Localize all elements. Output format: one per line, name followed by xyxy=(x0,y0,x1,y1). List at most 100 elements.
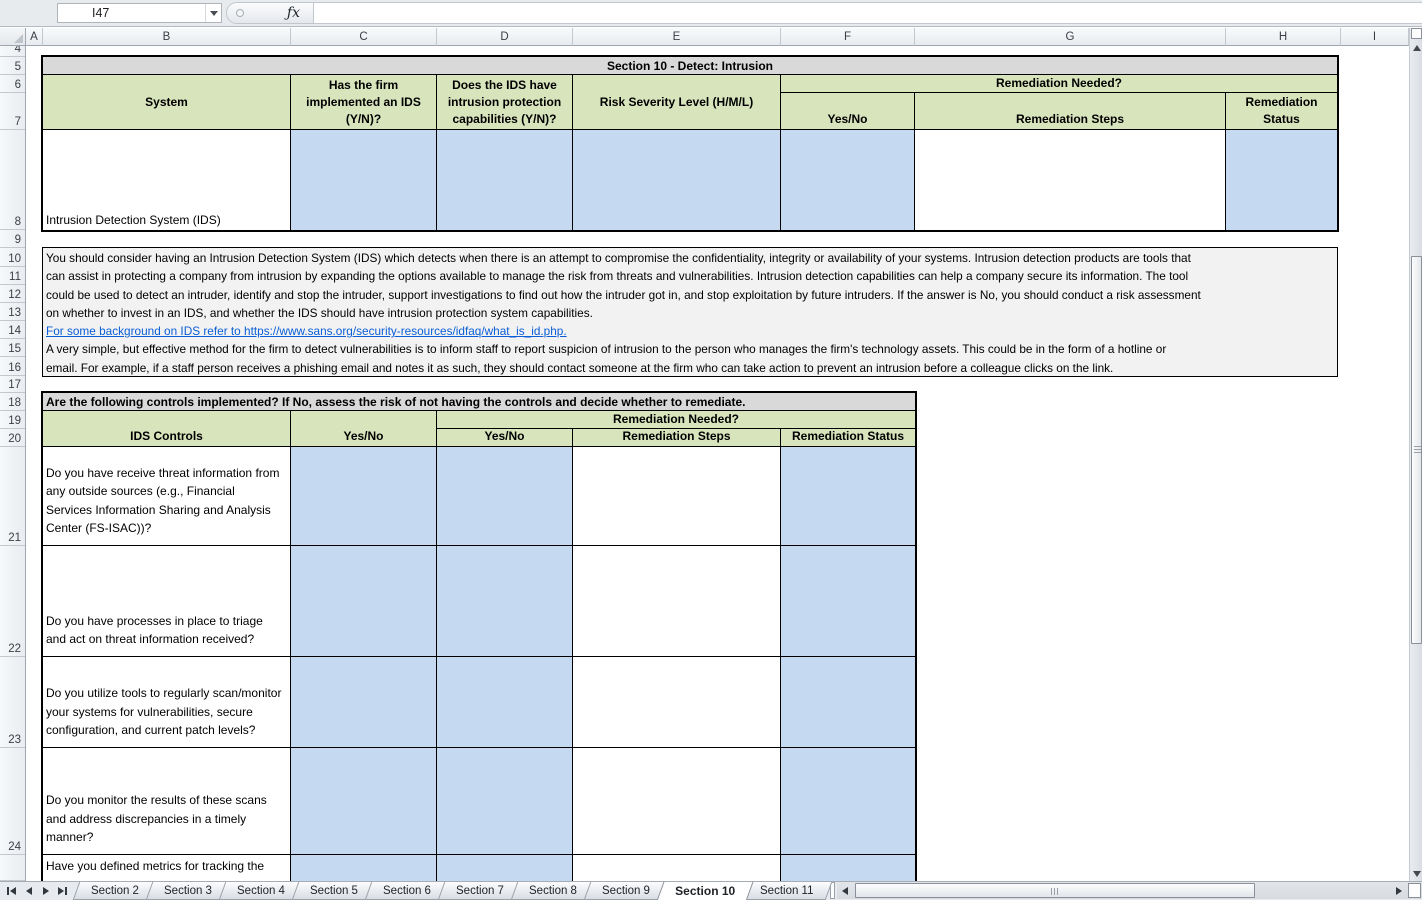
answer-cell[interactable] xyxy=(573,130,781,230)
answer-cell[interactable] xyxy=(781,657,915,748)
answer-cell[interactable] xyxy=(437,657,573,748)
column-header-h[interactable]: H xyxy=(1226,28,1341,46)
scroll-up-icon[interactable] xyxy=(1410,40,1422,55)
row-header-12[interactable]: 12 xyxy=(0,285,25,303)
answer-cell[interactable] xyxy=(573,855,781,881)
question-cell: Do you utilize tools to regularly scan/m… xyxy=(43,657,291,748)
row-header-22[interactable]: 22 xyxy=(0,546,25,657)
col-header-remediation-steps: Remediation Steps xyxy=(573,429,781,447)
col-header-yes-no: Yes/No xyxy=(291,411,437,447)
row-header-24[interactable]: 24 xyxy=(0,748,25,855)
row-header-7[interactable]: 7 xyxy=(0,93,25,130)
answer-cell[interactable] xyxy=(573,546,781,657)
sheet-tab-section-4[interactable]: Section 4 xyxy=(219,882,304,900)
sheet-tab-section-2[interactable]: Section 2 xyxy=(73,882,158,900)
answer-cell[interactable] xyxy=(291,447,437,546)
row-header-8[interactable]: 8 xyxy=(0,130,25,230)
sheet-tab-section-6[interactable]: Section 6 xyxy=(365,882,450,900)
row-header-11[interactable]: 11 xyxy=(0,267,25,285)
answer-cell[interactable] xyxy=(781,447,915,546)
answer-cell[interactable] xyxy=(437,748,573,855)
split-handle[interactable] xyxy=(1411,28,1422,39)
info-line: You should consider having an Intrusion … xyxy=(46,249,1337,267)
col-header-yes-no: Yes/No xyxy=(781,93,915,130)
answer-cell[interactable] xyxy=(573,447,781,546)
row-header-23[interactable]: 23 xyxy=(0,657,25,748)
column-header-b[interactable]: B xyxy=(43,28,291,46)
sheet-tab-section-7[interactable]: Section 7 xyxy=(437,882,522,900)
answer-cell[interactable] xyxy=(291,748,437,855)
answer-cell[interactable] xyxy=(437,855,573,881)
sans-org-link[interactable]: For some background on IDS refer to http… xyxy=(46,322,1337,340)
scroll-down-icon[interactable] xyxy=(1410,866,1422,881)
scroll-left-icon[interactable] xyxy=(837,882,852,899)
select-all-button[interactable] xyxy=(0,28,26,46)
row-header-13[interactable]: 13 xyxy=(0,303,25,321)
column-header-g[interactable]: G xyxy=(915,28,1226,46)
select-all-icon xyxy=(14,34,23,43)
sheet-tab-section-5[interactable]: Section 5 xyxy=(292,882,377,900)
answer-cell[interactable] xyxy=(291,855,437,881)
answer-cell[interactable] xyxy=(573,748,781,855)
row-header-10[interactable]: 10 xyxy=(0,248,25,267)
answer-cell[interactable] xyxy=(291,657,437,748)
column-headers: ABCDEFGHI xyxy=(26,28,1409,46)
row-header-15[interactable]: 15 xyxy=(0,339,25,357)
name-box[interactable]: I47 xyxy=(57,3,222,23)
formula-input[interactable] xyxy=(314,2,1422,24)
answer-cell[interactable] xyxy=(781,130,915,230)
tab-prev-button[interactable] xyxy=(20,884,37,899)
answer-cell[interactable] xyxy=(437,130,573,230)
info-line: on whether to invest in an IDS, and whet… xyxy=(46,304,1337,322)
row-headers: 456789101112131415161718192021222324 xyxy=(0,46,26,881)
sheet-tab-section-3[interactable]: Section 3 xyxy=(146,882,231,900)
row-header-18[interactable]: 18 xyxy=(0,393,25,411)
row-header-6[interactable]: 6 xyxy=(0,75,25,93)
row-header-4[interactable]: 4 xyxy=(0,46,25,57)
insert-function-icon[interactable]: ƒx xyxy=(287,5,300,21)
answer-cell[interactable] xyxy=(573,657,781,748)
answer-cell[interactable] xyxy=(437,546,573,657)
vertical-scrollbar-thumb[interactable] xyxy=(1411,256,1422,644)
answer-cell[interactable] xyxy=(915,130,1226,230)
sheet-tab-section-9[interactable]: Section 9 xyxy=(583,882,668,900)
tab-split-handle[interactable] xyxy=(830,882,835,899)
row-header-21[interactable]: 21 xyxy=(0,447,25,546)
column-header-c[interactable]: C xyxy=(291,28,437,46)
row-header-14[interactable]: 14 xyxy=(0,321,25,339)
name-box-dropdown-icon[interactable] xyxy=(205,4,221,22)
row-header-partial[interactable] xyxy=(0,855,25,881)
tab-next-button[interactable] xyxy=(37,884,54,899)
column-header-f[interactable]: F xyxy=(781,28,915,46)
scroll-right-icon[interactable] xyxy=(1391,882,1406,899)
split-handle[interactable] xyxy=(1408,883,1421,898)
horizontal-scrollbar-thumb[interactable] xyxy=(855,883,1255,898)
row-header-16[interactable]: 16 xyxy=(0,357,25,376)
column-header-i[interactable]: I xyxy=(1341,28,1409,46)
row-header-20[interactable]: 20 xyxy=(0,429,25,447)
row-header-17[interactable]: 17 xyxy=(0,376,25,393)
column-header-d[interactable]: D xyxy=(437,28,573,46)
tab-first-button[interactable] xyxy=(3,884,20,899)
column-header-a[interactable]: A xyxy=(26,28,43,46)
vertical-scrollbar[interactable] xyxy=(1409,28,1422,881)
answer-cell[interactable] xyxy=(781,546,915,657)
sheet-tab-section-11[interactable]: Section 11 xyxy=(741,882,831,900)
answer-cell[interactable] xyxy=(291,546,437,657)
question-cell: Have you defined metrics for tracking th… xyxy=(43,855,291,881)
answer-cell[interactable] xyxy=(781,748,915,855)
col-header-ids-protection: Does the IDS have intrusion protection c… xyxy=(437,75,573,130)
answer-cell[interactable] xyxy=(781,855,915,881)
answer-cell[interactable] xyxy=(1226,130,1337,230)
horizontal-scrollbar[interactable] xyxy=(837,882,1422,899)
sheet-tab-section-10[interactable]: Section 10 xyxy=(656,882,753,900)
row-header-19[interactable]: 19 xyxy=(0,411,25,429)
row-header-9[interactable]: 9 xyxy=(0,230,25,248)
tab-last-button[interactable] xyxy=(54,884,71,899)
formula-options-icon[interactable] xyxy=(236,9,244,17)
row-header-5[interactable]: 5 xyxy=(0,57,25,75)
column-header-e[interactable]: E xyxy=(573,28,781,46)
answer-cell[interactable] xyxy=(437,447,573,546)
sheet-tab-section-8[interactable]: Section 8 xyxy=(510,882,595,900)
answer-cell[interactable] xyxy=(291,130,437,230)
